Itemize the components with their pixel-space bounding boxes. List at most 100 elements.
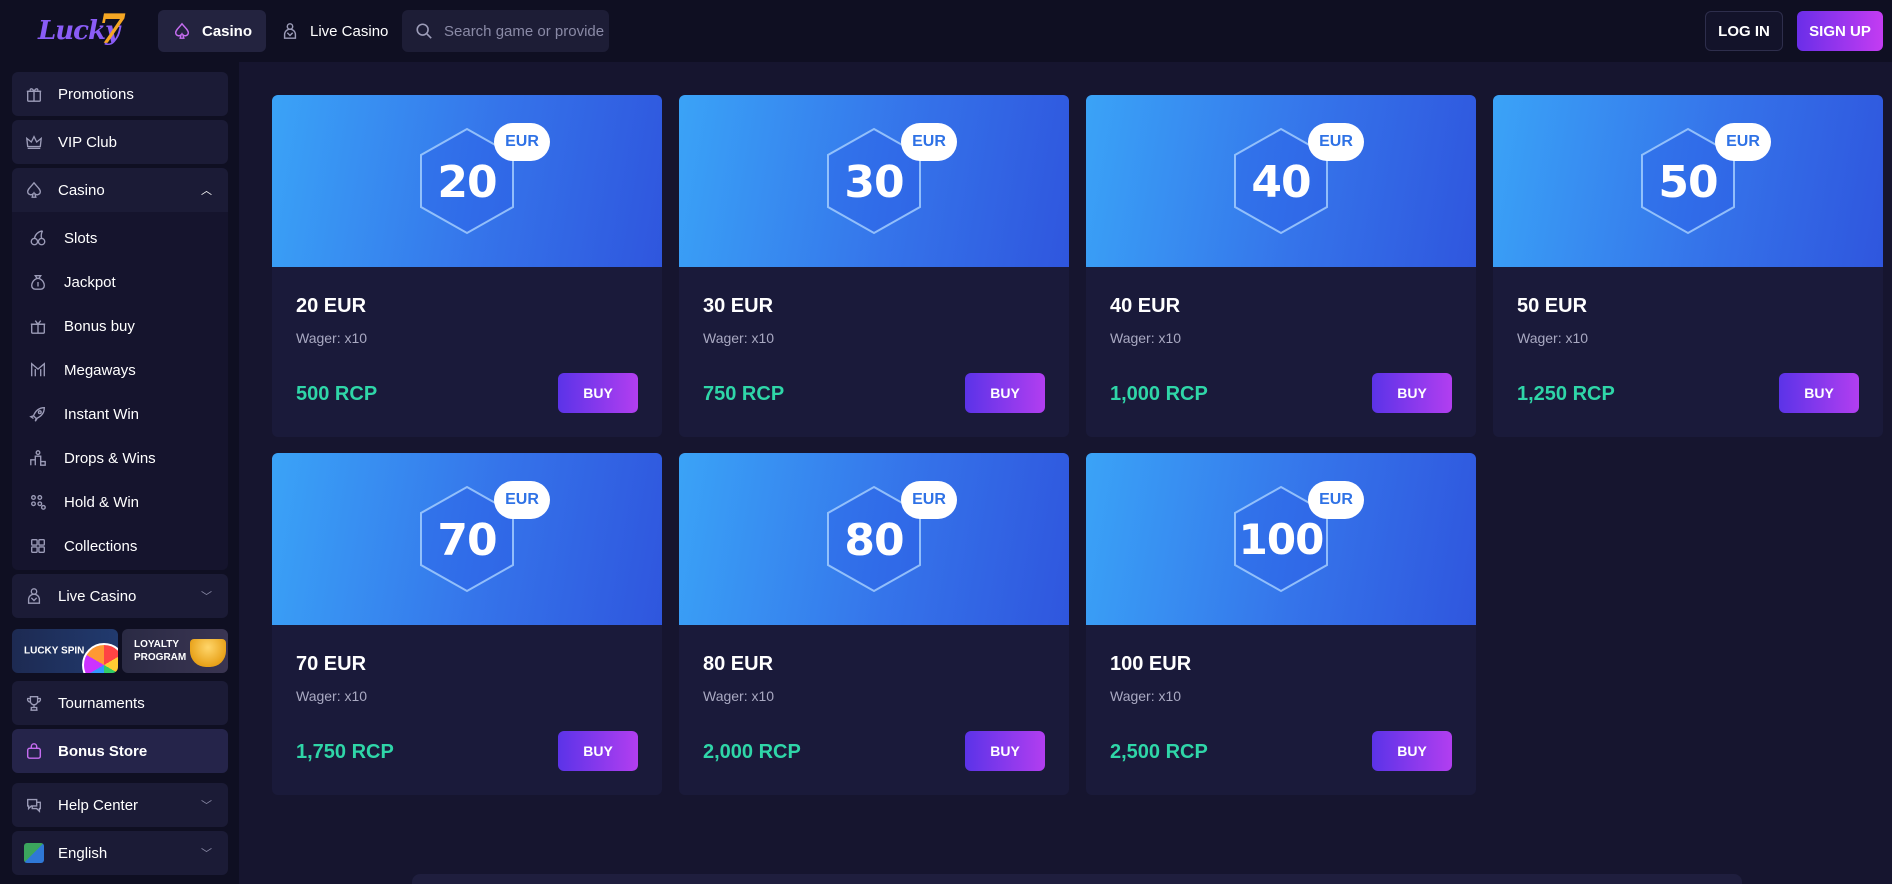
tab-live-casino-label: Live Casino [310, 22, 389, 40]
logo-seven: 7 [98, 6, 126, 53]
card-price: 500 RCP [296, 383, 378, 405]
submenu-item-hold-win[interactable]: Hold & Win [28, 482, 139, 522]
bonus-card: 30 EUR 30 EUR Wager: x10 750 RCP BUY [679, 95, 1069, 437]
submenu-item-drops-wins[interactable]: Drops & Wins [28, 438, 156, 478]
podium-icon [28, 448, 48, 468]
card-amount: 80 [844, 515, 904, 566]
currency-badge: EUR [494, 123, 550, 161]
sidebar-item-help-center[interactable]: Help Center ﹀ [12, 783, 228, 827]
card-title: 40 EUR [1110, 295, 1181, 317]
submenu-item-label: Megaways [64, 361, 136, 379]
currency-badge: EUR [901, 123, 957, 161]
card-amount: 30 [844, 157, 904, 208]
top-header: Lucky 7 Casino Live Casino LOG IN SIGN U… [0, 0, 1892, 62]
loyalty-line-1: LOYALTY [134, 639, 180, 650]
gift-box-icon [28, 316, 48, 336]
buy-button[interactable]: BUY [965, 731, 1045, 771]
bonus-card: 20 EUR 20 EUR Wager: x10 500 RCP BUY [272, 95, 662, 437]
card-banner: 100 EUR [1086, 453, 1476, 625]
currency-badge: EUR [1715, 123, 1771, 161]
trophy-cup-icon [190, 639, 226, 667]
chevron-down-icon: ﹀ [201, 591, 212, 603]
submenu-item-bonus-buy[interactable]: Bonus buy [28, 306, 135, 346]
card-amount: 100 [1238, 515, 1325, 564]
sidebar-item-live-casino[interactable]: Live Casino ﹀ [12, 574, 228, 618]
sidebar-item-promotions[interactable]: Promotions [12, 72, 228, 116]
submenu-item-label: Jackpot [64, 273, 116, 291]
language-selector[interactable]: English ﹀ [12, 831, 228, 875]
currency-badge: EUR [1308, 123, 1364, 161]
sidebar-item-tournaments[interactable]: Tournaments [12, 681, 228, 725]
card-wager: Wager: x10 [1110, 330, 1182, 346]
dealer-icon [280, 21, 300, 41]
card-wager: Wager: x10 [296, 330, 368, 346]
submenu-item-megaways[interactable]: Megaways [28, 350, 136, 390]
spade-icon [172, 21, 192, 41]
buy-button[interactable]: BUY [1779, 373, 1859, 413]
sidebar-item-bonus-store[interactable]: Bonus Store [12, 729, 228, 773]
submenu-item-jackpot[interactable]: Jackpot [28, 262, 116, 302]
card-title: 80 EUR [703, 653, 774, 675]
card-title: 20 EUR [296, 295, 367, 317]
casino-submenu: Slots Jackpot Bonus buy Megaways Instant… [12, 212, 228, 570]
submenu-item-label: Instant Win [64, 405, 140, 423]
sidebar-item-label: VIP Club [58, 133, 117, 151]
buy-button[interactable]: BUY [558, 731, 638, 771]
submenu-item-slots[interactable]: Slots [28, 218, 97, 258]
card-amount: 70 [437, 515, 497, 566]
submenu-item-collections[interactable]: Collections [28, 526, 137, 566]
login-button[interactable]: LOG IN [1705, 11, 1783, 51]
chevron-down-icon: ﹀ [201, 800, 212, 812]
card-price: 750 RCP [703, 383, 785, 405]
card-title: 70 EUR [296, 653, 367, 675]
sidebar-item-label: English [58, 844, 108, 862]
card-wager: Wager: x10 [703, 330, 775, 346]
sidebar-item-label: Tournaments [58, 694, 145, 712]
collection-grid-icon [28, 536, 48, 556]
currency-badge: EUR [1308, 481, 1364, 519]
card-banner: 70 EUR [272, 453, 662, 625]
lucky-spin-banner[interactable]: LUCKY SPIN [12, 629, 118, 673]
submenu-item-label: Slots [64, 229, 98, 247]
buy-button[interactable]: BUY [558, 373, 638, 413]
brand-logo[interactable]: Lucky 7 [38, 6, 128, 54]
sidebar-item-label: Promotions [58, 85, 134, 103]
card-price: 1,000 RCP [1110, 383, 1208, 405]
search-box[interactable] [402, 10, 609, 52]
card-title: 50 EUR [1517, 295, 1588, 317]
submenu-item-label: Hold & Win [64, 493, 140, 511]
lucky-spin-label: LUCKY SPIN [24, 645, 85, 657]
buy-button[interactable]: BUY [1372, 373, 1452, 413]
footer-panel-edge [412, 874, 1742, 884]
bonus-card: 70 EUR 70 EUR Wager: x10 1,750 RCP BUY [272, 453, 662, 795]
chevron-up-icon: ︿ [201, 185, 212, 197]
card-banner: 30 EUR [679, 95, 1069, 267]
card-price: 2,500 RCP [1110, 741, 1208, 763]
sidebar: Promotions VIP Club Casino ︿ Slots Jackp… [0, 62, 239, 884]
sidebar-item-vip-club[interactable]: VIP Club [12, 120, 228, 164]
tab-live-casino[interactable]: Live Casino [266, 10, 402, 52]
buy-button[interactable]: BUY [965, 373, 1045, 413]
card-title: 100 EUR [1110, 653, 1192, 675]
crown-icon [24, 132, 44, 152]
card-banner: 50 EUR [1493, 95, 1883, 267]
buy-button[interactable]: BUY [1372, 731, 1452, 771]
submenu-item-label: Bonus buy [64, 317, 135, 335]
search-input[interactable] [444, 22, 604, 40]
submenu-item-instant-win[interactable]: Instant Win [28, 394, 139, 434]
tab-casino-label: Casino [202, 22, 253, 40]
dealer-icon [24, 586, 44, 606]
sidebar-item-casino[interactable]: Casino ︿ [12, 168, 228, 212]
bonus-card: 40 EUR 40 EUR Wager: x10 1,000 RCP BUY [1086, 95, 1476, 437]
flag-icon [24, 843, 44, 863]
sidebar-item-label: Live Casino [58, 587, 137, 605]
tab-casino[interactable]: Casino [158, 10, 267, 52]
rocket-icon [28, 404, 48, 424]
loyalty-line-2: PROGRAM [134, 652, 187, 663]
card-wager: Wager: x10 [1110, 688, 1182, 704]
dots-grid-icon [28, 492, 48, 512]
bonus-card: 80 EUR 80 EUR Wager: x10 2,000 RCP BUY [679, 453, 1069, 795]
loyalty-program-banner[interactable]: LOYALTY PROGRAM [122, 629, 228, 673]
signup-button[interactable]: SIGN UP [1797, 11, 1883, 51]
currency-badge: EUR [494, 481, 550, 519]
